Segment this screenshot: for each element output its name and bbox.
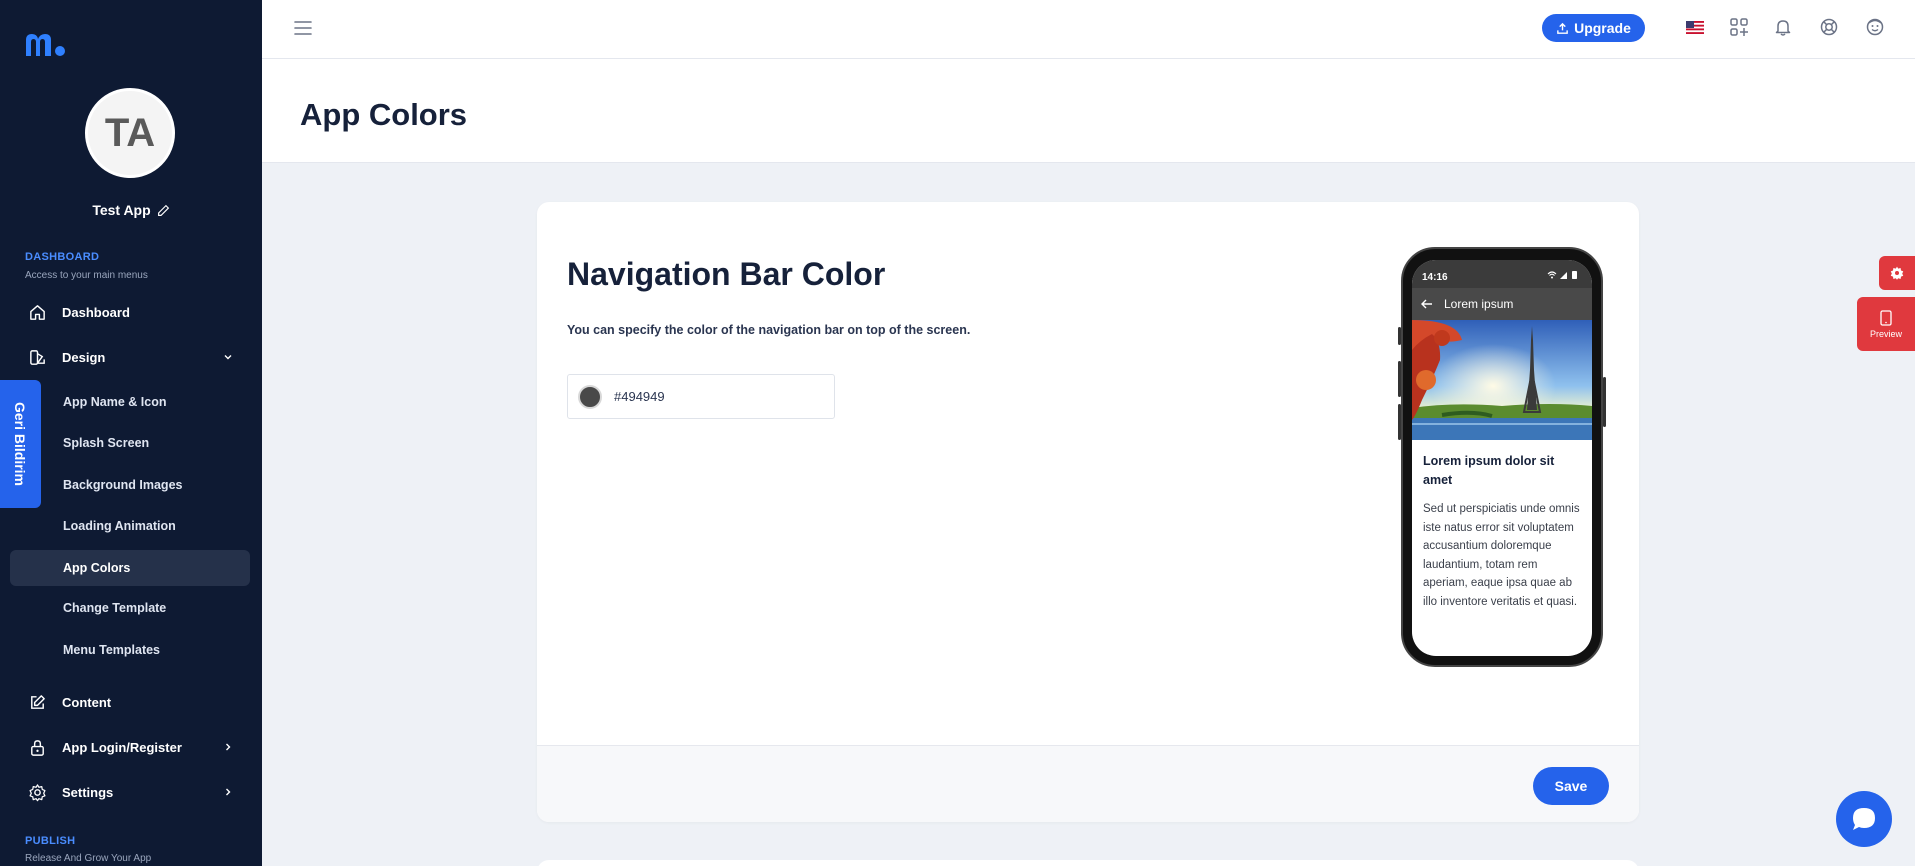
us-flag-icon[interactable]: [1686, 21, 1704, 34]
section-publish-subtitle: Release And Grow Your App: [25, 853, 152, 864]
feedback-tab-label: Geri Bildirim: [12, 401, 29, 487]
phone-nav-title: Lorem ipsum: [1444, 297, 1514, 311]
sidebar-item-label: Design: [62, 349, 106, 365]
upgrade-button-label: Upgrade: [1574, 20, 1631, 36]
chat-button[interactable]: [1836, 791, 1892, 847]
sidebar-subitem-splash-screen[interactable]: Splash Screen: [10, 425, 250, 461]
phone-time: 14:16: [1422, 271, 1448, 283]
phone-screen: 14:16 Lorem ipsum Lorem ipsum dolor sit …: [1412, 260, 1592, 656]
chevron-right-icon: [226, 788, 231, 796]
menu-icon[interactable]: [294, 20, 312, 36]
preview-float-button[interactable]: Preview: [1857, 297, 1915, 351]
lock-icon: [27, 737, 47, 757]
back-arrow-icon: [1421, 299, 1432, 309]
status-icons: [1547, 271, 1577, 279]
design-icon: [27, 347, 47, 367]
navigation-bar-color-card: Navigation Bar Color You can specify the…: [537, 202, 1639, 822]
feedback-tab[interactable]: Geri Bildirim: [0, 380, 41, 508]
phone-button: [1398, 327, 1401, 345]
color-swatch[interactable]: [578, 384, 602, 409]
gear-icon: [1890, 266, 1904, 280]
apps-add-icon[interactable]: [1729, 17, 1749, 37]
app-name-label: Test App: [92, 202, 151, 218]
support-icon[interactable]: [1819, 17, 1839, 37]
gear-icon: [27, 782, 47, 802]
sidebar-item-dashboard[interactable]: Dashboard: [10, 294, 250, 330]
sidebar-subitem-app-colors[interactable]: App Colors: [10, 550, 250, 586]
page-header: App Colors: [262, 59, 1915, 163]
next-card: [537, 860, 1639, 866]
eiffel-tower-image: [1412, 320, 1592, 440]
upgrade-button[interactable]: Upgrade: [1542, 14, 1645, 42]
card-title: Navigation Bar Color: [567, 256, 886, 292]
home-icon: [27, 302, 47, 322]
sidebar-item-app-login-register[interactable]: App Login/Register: [10, 729, 250, 765]
sidebar-subitem-background-images[interactable]: Background Images: [10, 467, 250, 503]
sidebar-subitem-change-template[interactable]: Change Template: [10, 590, 250, 626]
edit-icon: [27, 692, 47, 712]
preview-float-label: Preview: [1869, 328, 1902, 339]
sidebar-item-label: Dashboard: [62, 304, 130, 320]
sidebar-item-label: Settings: [62, 784, 114, 800]
phone-navigation-bar: Lorem ipsum: [1412, 288, 1592, 320]
page-title: App Colors: [300, 97, 468, 132]
phone-status-bar: 14:16: [1412, 260, 1592, 288]
sidebar-subitem-menu-templates[interactable]: Menu Templates: [10, 632, 250, 668]
sidebar-item-label: Content: [62, 694, 112, 710]
color-picker-field[interactable]: #494949: [567, 374, 835, 419]
phone-article-title: Lorem ipsum dolor sit amet: [1423, 454, 1555, 487]
card-footer: Save: [537, 745, 1639, 822]
phone-button: [1398, 404, 1401, 440]
app-logo[interactable]: [24, 30, 68, 60]
phone-button: [1603, 377, 1606, 427]
user-icon[interactable]: [1865, 17, 1885, 37]
settings-float-button[interactable]: [1879, 256, 1915, 290]
pencil-icon[interactable]: [157, 204, 170, 217]
chat-icon: [1853, 808, 1875, 830]
section-dashboard-title: DASHBOARD: [25, 251, 100, 263]
sidebar-item-settings[interactable]: Settings: [10, 774, 250, 810]
phone-preview: 14:16 Lorem ipsum Lorem ipsum dolor sit …: [1398, 247, 1606, 667]
section-dashboard-subtitle: Access to your main menus: [25, 270, 148, 281]
sidebar-item-content[interactable]: Content: [10, 684, 250, 720]
app-name[interactable]: Test App: [0, 202, 262, 218]
top-bar: Upgrade: [262, 0, 1915, 59]
app-avatar[interactable]: TA: [85, 88, 175, 178]
card-description: You can specify the color of the navigat…: [567, 323, 971, 337]
phone-article-body: Sed ut perspiciatis unde omnis iste natu…: [1423, 503, 1580, 608]
sidebar-subitem-app-name-icon[interactable]: App Name & Icon: [10, 384, 250, 420]
section-publish-title: PUBLISH: [25, 835, 76, 847]
chevron-right-icon: [226, 743, 231, 751]
sidebar-item-label: App Login/Register: [62, 739, 182, 755]
phone-button: [1398, 361, 1401, 397]
sidebar-subitem-loading-animation[interactable]: Loading Animation: [10, 508, 250, 544]
save-button[interactable]: Save: [1533, 767, 1609, 805]
color-value: #494949: [614, 389, 665, 404]
bell-icon[interactable]: [1773, 17, 1793, 37]
upload-icon: [1557, 22, 1568, 34]
chevron-down-icon: [224, 355, 232, 360]
sidebar-item-design[interactable]: Design: [10, 339, 250, 375]
mobile-icon: [1880, 309, 1892, 326]
